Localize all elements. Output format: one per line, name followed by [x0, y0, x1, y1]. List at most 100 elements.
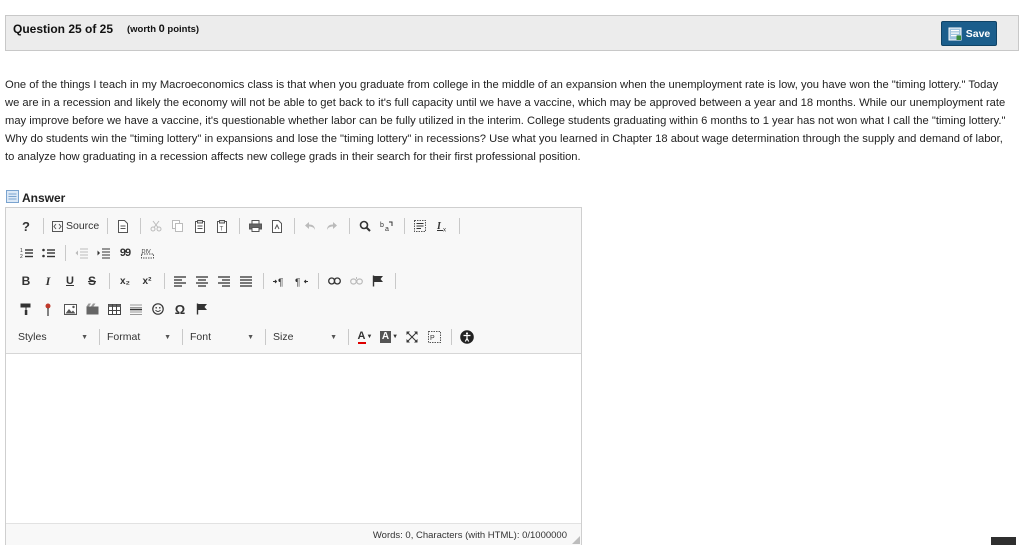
unlink-icon[interactable] — [346, 271, 366, 291]
paste-icon[interactable] — [190, 216, 210, 236]
chevron-down-icon: ▼ — [330, 333, 337, 341]
document-icon[interactable] — [113, 216, 133, 236]
show-blocks-icon[interactable]: P — [424, 327, 444, 347]
svg-text:2: 2 — [20, 254, 23, 259]
paste-text-icon[interactable]: T — [212, 216, 232, 236]
question-number: Question 25 of 25 — [13, 22, 114, 36]
svg-text:¶: ¶ — [278, 277, 283, 287]
toolbar-separator — [265, 329, 266, 345]
save-icon — [948, 27, 962, 41]
format-dropdown[interactable]: Format ▼ — [105, 327, 177, 347]
anchor-flag-icon[interactable] — [368, 271, 388, 291]
toolbar-separator — [395, 273, 396, 289]
toolbar-row-4: Ω — [16, 298, 214, 320]
link-icon[interactable] — [324, 271, 344, 291]
save-button[interactable]: Save — [941, 21, 997, 46]
bold-button[interactable]: B — [16, 271, 36, 291]
toolbar-row-1: ? Source T ba Ix — [16, 215, 465, 237]
indent-icon[interactable] — [93, 243, 113, 263]
align-left-icon[interactable] — [170, 271, 190, 291]
numbered-list-icon[interactable]: 12 — [16, 243, 36, 263]
question-header: Question 25 of 25 (worth 0 points) Save — [5, 15, 1019, 51]
accessibility-icon[interactable] — [457, 327, 477, 347]
copy-icon[interactable] — [168, 216, 188, 236]
table-icon[interactable] — [104, 299, 124, 319]
source-label: Source — [66, 220, 100, 232]
rtl-direction-icon[interactable]: ¶ — [291, 271, 311, 291]
toolbar-separator — [404, 218, 406, 234]
print-icon[interactable] — [245, 216, 265, 236]
page-break-flag-icon[interactable] — [192, 299, 212, 319]
corner-element — [991, 537, 1016, 545]
source-button[interactable]: Source — [49, 216, 102, 236]
resize-handle[interactable] — [572, 536, 580, 544]
format-painter-icon[interactable] — [16, 299, 36, 319]
word-count: Words: 0, Characters (with HTML): 0/1000… — [372, 530, 567, 541]
toolbar-separator — [348, 329, 349, 345]
pin-icon[interactable] — [38, 299, 58, 319]
align-right-icon[interactable] — [214, 271, 234, 291]
answer-label-text: Answer — [22, 191, 66, 205]
chevron-down-icon: ▼ — [81, 333, 88, 341]
div-container-icon[interactable]: DIV — [137, 243, 157, 263]
toolbar-separator — [263, 273, 264, 289]
toolbar-separator — [459, 218, 461, 234]
chevron-down-icon: ▼ — [164, 333, 171, 341]
styles-dropdown[interactable]: Styles ▼ — [16, 327, 94, 347]
toolbar-separator — [164, 273, 165, 289]
size-dropdown[interactable]: Size ▼ — [271, 327, 343, 347]
strikethrough-button[interactable]: S — [82, 271, 102, 291]
text-color-button[interactable]: A ▼ — [354, 327, 376, 347]
find-icon[interactable] — [355, 216, 375, 236]
outdent-icon[interactable] — [71, 243, 91, 263]
smiley-icon[interactable] — [148, 299, 168, 319]
blockquote-button[interactable]: 99 — [115, 243, 135, 263]
subscript-button[interactable]: x₂ — [115, 271, 135, 291]
background-color-label: A — [379, 331, 392, 343]
toolbar-separator — [349, 218, 351, 234]
special-char-button[interactable]: Ω — [170, 299, 190, 319]
question-text: One of the things I teach in my Macroeco… — [5, 79, 1006, 163]
svg-text:¶: ¶ — [295, 277, 300, 287]
background-color-button[interactable]: A ▼ — [378, 327, 400, 347]
remove-format-icon[interactable]: Ix — [432, 216, 452, 236]
ltr-direction-icon[interactable]: ¶ — [269, 271, 289, 291]
toolbar-separator — [65, 245, 66, 261]
image-icon[interactable] — [60, 299, 80, 319]
toolbar-separator — [451, 329, 452, 345]
worth-suffix: points) — [164, 24, 200, 35]
toolbar-separator — [318, 273, 319, 289]
svg-text:x: x — [443, 228, 446, 233]
template-icon[interactable] — [267, 216, 287, 236]
bulleted-list-icon[interactable] — [38, 243, 58, 263]
worth-prefix: (worth — [127, 24, 159, 35]
toolbar-row-3: B I U S x₂ x² ¶ ¶ — [16, 270, 401, 292]
replace-icon[interactable]: ba — [377, 216, 397, 236]
underline-button[interactable]: U — [60, 271, 80, 291]
flash-media-icon[interactable] — [82, 299, 102, 319]
source-icon — [52, 220, 63, 232]
toolbar-separator — [182, 329, 183, 345]
font-dropdown[interactable]: Font ▼ — [188, 327, 260, 347]
toolbar-row-5: Styles ▼ Format ▼ Font ▼ Size ▼ A ▼ A ▼ … — [16, 326, 479, 348]
answer-label: Answer — [6, 190, 65, 206]
redo-icon[interactable] — [322, 216, 342, 236]
select-all-icon[interactable] — [410, 216, 430, 236]
undo-icon[interactable] — [300, 216, 320, 236]
help-button[interactable]: ? — [16, 216, 36, 236]
svg-text:b: b — [380, 222, 384, 229]
svg-text:T: T — [220, 226, 224, 232]
toolbar-separator — [43, 218, 44, 234]
align-center-icon[interactable] — [192, 271, 212, 291]
editor-content-area[interactable] — [6, 355, 581, 521]
superscript-button[interactable]: x² — [137, 271, 157, 291]
cut-icon[interactable] — [146, 216, 166, 236]
save-label: Save — [965, 27, 991, 40]
toolbar-separator — [140, 218, 142, 234]
horizontal-rule-icon[interactable] — [126, 299, 146, 319]
format-label: Format — [107, 331, 141, 343]
answer-icon — [6, 190, 19, 206]
italic-button[interactable]: I — [38, 271, 58, 291]
justify-icon[interactable] — [236, 271, 256, 291]
maximize-icon[interactable] — [402, 327, 422, 347]
